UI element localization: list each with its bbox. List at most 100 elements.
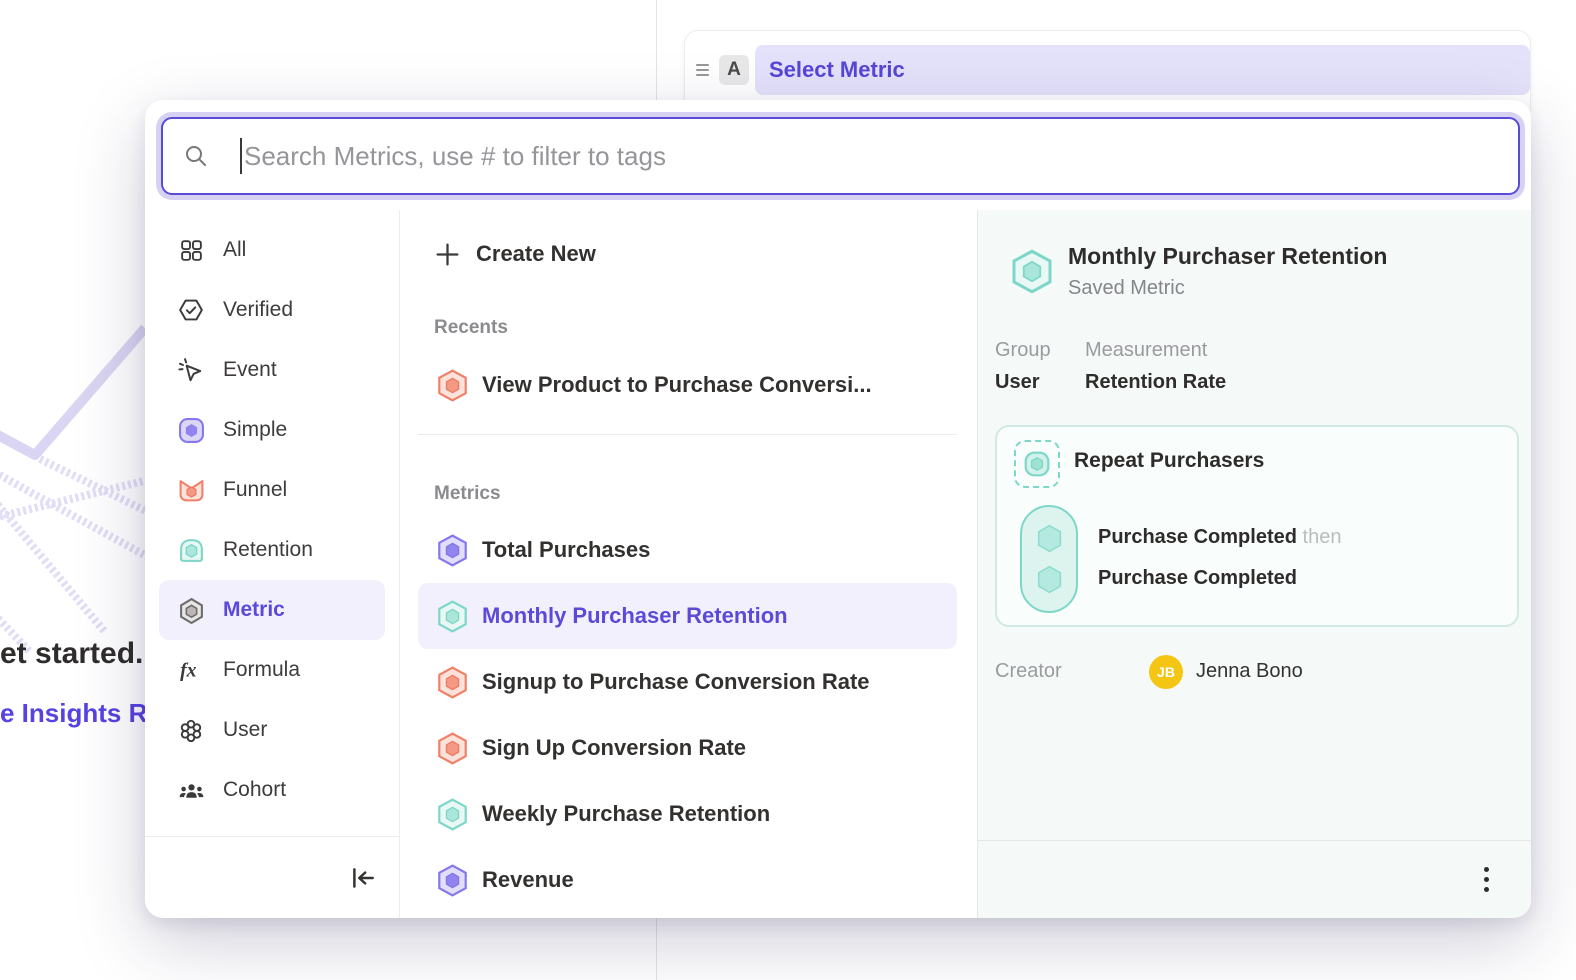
sidebar-item-event[interactable]: Event [159, 340, 385, 400]
event-cursor-icon [176, 357, 206, 383]
metric-item-sign-up-conversion-rate[interactable]: Sign Up Conversion Rate [418, 715, 957, 781]
metric-item-signup-to-purchase-conversion-rate[interactable]: Signup to Purchase Conversion Rate [418, 649, 957, 715]
avatar: JB [1149, 655, 1183, 689]
detail-meta: Group Measurement User Retention Rate [995, 338, 1226, 395]
detail-subtitle: Saved Metric [1068, 274, 1387, 302]
plus-icon [434, 241, 461, 268]
row-letter-badge: A [719, 55, 749, 85]
sidebar-item-label: Event [223, 358, 277, 382]
text-caret [240, 138, 242, 174]
metric-item-label: Sign Up Conversion Rate [482, 735, 746, 761]
simple-metric-icon [176, 417, 206, 444]
sidebar-item-all[interactable]: All [159, 220, 385, 280]
create-new-label: Create New [476, 241, 596, 267]
sidebar-item-label: Metric [223, 598, 285, 622]
metric-hexagon-icon [437, 534, 468, 567]
metric-row: A Select Metric [693, 45, 1530, 95]
metric-item-label: Total Purchases [482, 537, 650, 563]
sidebar-item-label: Funnel [223, 478, 287, 502]
metric-hexagon-icon [437, 798, 468, 831]
metric-definition-card: Repeat Purchasers Purchase Completed the… [995, 425, 1519, 627]
grid-icon [176, 238, 206, 263]
measurement-label: Measurement [1085, 338, 1226, 362]
sidebar-item-verified[interactable]: Verified [159, 280, 385, 340]
sidebar-item-label: All [223, 238, 246, 262]
kebab-menu-icon[interactable] [1478, 861, 1495, 898]
group-label: Group [995, 338, 1085, 362]
detail-title: Monthly Purchaser Retention [1068, 240, 1387, 272]
sidebar-item-retention[interactable]: Retention [159, 520, 385, 580]
metric-hexagon-icon [437, 600, 468, 633]
definition-icon-box [1014, 440, 1060, 488]
metric-hexagon-icon [437, 369, 468, 402]
retention-icon [176, 537, 206, 564]
query-builder-card: A Select Metric [684, 30, 1531, 110]
metric-item-label: View Product to Purchase Conversi... [482, 372, 872, 398]
sidebar-item-simple[interactable]: Simple [159, 400, 385, 460]
sidebar-footer [145, 836, 399, 918]
sidebar-item-label: Retention [223, 538, 313, 562]
select-metric-button[interactable]: Select Metric [755, 45, 1530, 95]
sidebar-item-label: Formula [223, 658, 300, 682]
funnel-icon [176, 477, 206, 504]
group-value: User [995, 369, 1085, 395]
step-hexagon-icon [1035, 523, 1064, 554]
sidebar-item-user[interactable]: User [159, 700, 385, 760]
background-insights-link[interactable]: e Insights Re [0, 698, 162, 729]
definition-name: Repeat Purchasers [1074, 449, 1264, 473]
collapse-sidebar-icon[interactable] [349, 864, 377, 892]
metric-hexagon-icon [176, 597, 206, 624]
formula-icon: fx [176, 657, 206, 684]
search-icon [183, 143, 209, 169]
creator-name: Jenna Bono [1196, 660, 1303, 683]
metric-list-panel: Create New Recents View Product to Purch… [400, 210, 978, 918]
metric-detail-panel: Monthly Purchaser Retention Saved Metric… [977, 210, 1531, 918]
verified-badge-icon [176, 297, 206, 323]
creator-label: Creator [995, 660, 1062, 683]
sidebar-item-label: User [223, 718, 267, 742]
steps-capsule [1020, 505, 1078, 613]
user-cluster-icon [176, 717, 206, 743]
step-hexagon-icon [1035, 564, 1064, 595]
definition-step-1: Purchase Completed then [1098, 526, 1341, 549]
recent-metric-item[interactable]: View Product to Purchase Conversi... [418, 355, 957, 415]
metric-item-label: Signup to Purchase Conversion Rate [482, 669, 870, 695]
measurement-value: Retention Rate [1085, 369, 1226, 395]
section-divider [418, 434, 957, 435]
metric-item-total-purchases[interactable]: Total Purchases [418, 517, 957, 583]
sidebar-item-label: Simple [223, 418, 287, 442]
select-metric-label: Select Metric [769, 57, 905, 83]
search-box [161, 117, 1520, 195]
filter-sidebar: All Verified [145, 210, 400, 918]
recents-heading: Recents [400, 299, 977, 339]
cohort-people-icon [176, 777, 206, 804]
background-heading: et started. [0, 637, 143, 671]
search-input[interactable] [244, 141, 1500, 172]
sidebar-item-label: Cohort [223, 778, 286, 802]
metric-picker-modal: All Verified [145, 100, 1531, 918]
sidebar-item-formula[interactable]: fx Formula [159, 640, 385, 700]
decorative-chart-lines [0, 322, 150, 662]
metric-item-label: Revenue [482, 867, 574, 893]
create-new-button[interactable]: Create New [400, 224, 977, 284]
metric-item-monthly-purchaser-retention[interactable]: Monthly Purchaser Retention [418, 583, 957, 649]
metric-item-label: Weekly Purchase Retention [482, 801, 770, 827]
metric-hexagon-icon [437, 732, 468, 765]
metric-item-label: Monthly Purchaser Retention [482, 603, 788, 629]
sidebar-item-funnel[interactable]: Funnel [159, 460, 385, 520]
metric-item-revenue[interactable]: Revenue [418, 847, 957, 913]
step-connector: then [1303, 526, 1342, 548]
sidebar-item-cohort[interactable]: Cohort [159, 760, 385, 820]
sidebar-item-label: Verified [223, 298, 293, 322]
retention-step-icon [1023, 450, 1051, 478]
sidebar-item-metric[interactable]: Metric [159, 580, 385, 640]
metric-hexagon-icon [1011, 249, 1053, 294]
definition-step-2: Purchase Completed [1098, 567, 1297, 590]
drag-handle-icon[interactable] [693, 64, 711, 76]
metric-hexagon-icon [437, 666, 468, 699]
svg-text:fx: fx [180, 659, 197, 681]
metrics-heading: Metrics [400, 465, 977, 505]
metric-item-weekly-purchase-retention[interactable]: Weekly Purchase Retention [418, 781, 957, 847]
detail-footer [978, 840, 1531, 918]
metric-hexagon-icon [437, 864, 468, 897]
